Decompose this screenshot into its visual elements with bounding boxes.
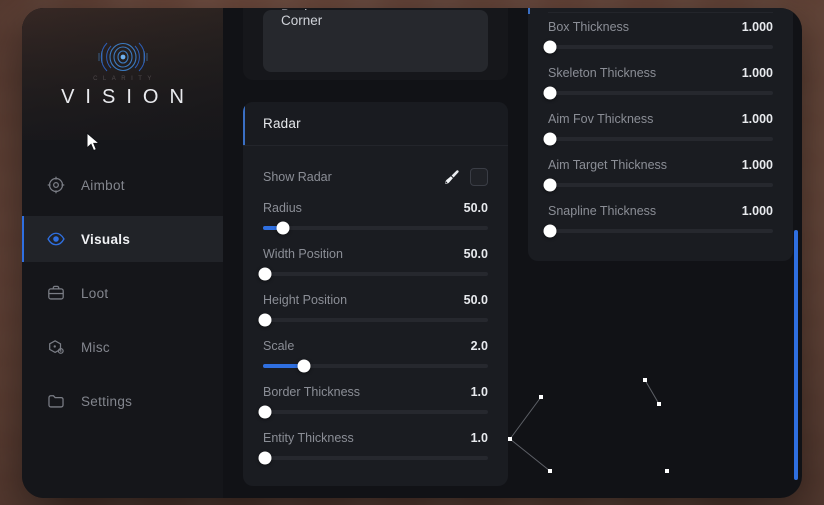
logo-header: CLARITY VISION <box>22 8 223 140</box>
slider-label: Aim Fov Thickness <box>548 112 654 126</box>
radar-section: Radar Show Radar Radius 50.0 Width Posit… <box>243 102 508 486</box>
slider-label: Width Position <box>263 247 343 261</box>
slider-thumb[interactable] <box>258 451 272 465</box>
slider-track[interactable] <box>543 178 773 192</box>
vertical-scrollbar[interactable] <box>794 230 798 480</box>
crosshair-icon <box>47 176 65 194</box>
slider-thumb[interactable] <box>543 86 557 100</box>
slider-track[interactable] <box>258 313 488 327</box>
slider-aim-target-thickness[interactable]: Aim Target Thickness 1.000 <box>543 151 773 197</box>
slider-thumb[interactable] <box>543 178 557 192</box>
slider-thumb[interactable] <box>258 313 272 327</box>
slider-label: Scale <box>263 339 295 353</box>
show-radar-label: Show Radar <box>263 170 332 184</box>
slider-value: 1.000 <box>741 158 773 172</box>
content-area: Basic Corner Radar Show Radar <box>223 8 802 498</box>
sidebar-item-label: Misc <box>81 339 110 355</box>
slider-thumb[interactable] <box>543 224 557 238</box>
slider-label: Border Thickness <box>263 385 361 399</box>
slider-label: Height Position <box>263 293 348 307</box>
dice-gear-icon <box>49 340 64 354</box>
paintbrush-icon[interactable] <box>444 169 460 185</box>
slider-value: 1.0 <box>470 385 488 399</box>
slider-width-position[interactable]: Width Position 50.0 <box>258 240 488 286</box>
slider-track[interactable] <box>263 221 488 235</box>
slider-thumb[interactable] <box>297 359 310 373</box>
dropdown-options-list: Basic Corner <box>263 8 488 72</box>
slider-thumb[interactable] <box>276 221 290 235</box>
radar-sliders: Radius 50.0 Width Position 50.0 Height P… <box>258 194 488 470</box>
radar-emblem-icon <box>98 42 147 72</box>
slider-value: 50.0 <box>463 293 488 307</box>
slider-thumb[interactable] <box>258 267 272 281</box>
slider-track[interactable] <box>543 40 773 54</box>
slider-border-thickness[interactable]: Border Thickness 1.0 <box>258 378 488 424</box>
slider-track[interactable] <box>258 267 488 281</box>
slider-track[interactable] <box>258 405 488 419</box>
slider-box-thickness[interactable]: Box Thickness 1.000 <box>543 13 773 59</box>
sidebar-item-aimbot[interactable]: Aimbot <box>22 162 223 208</box>
slider-value: 1.000 <box>741 66 773 80</box>
slider-skeleton-thickness[interactable]: Skeleton Thickness 1.000 <box>543 59 773 105</box>
sidebar-item-loot[interactable]: Loot <box>22 270 223 316</box>
eye-icon <box>47 232 65 246</box>
sidebar-item-label: Settings <box>81 393 133 409</box>
slider-label: Snapline Thickness <box>548 204 657 218</box>
section-title: Radar <box>263 116 301 131</box>
slider-snapline-thickness[interactable]: Snapline Thickness 1.000 <box>543 197 773 243</box>
sidebar-nav: Aimbot Visuals Loot Misc Settings <box>22 140 223 424</box>
folder-icon <box>48 395 64 408</box>
radar-section-header[interactable]: Radar <box>243 102 508 146</box>
mouse-pointer-icon <box>86 132 101 152</box>
sidebar-item-label: Aimbot <box>81 177 125 193</box>
slider-track[interactable] <box>543 132 773 146</box>
slider-label: Entity Thickness <box>263 431 354 445</box>
slider-value: 1.000 <box>741 20 773 34</box>
slider-value: 1.000 <box>741 112 773 126</box>
slider-radius[interactable]: Radius 50.0 <box>263 194 488 240</box>
briefcase-icon <box>48 285 64 300</box>
slider-label: Skeleton Thickness <box>548 66 657 80</box>
sidebar: CLARITY VISION Aimbot Visuals Loot Misc … <box>22 8 223 498</box>
slider-track[interactable] <box>543 224 773 238</box>
thickness-settings-panel: Box Thickness 1.000 Skeleton Thickness 1… <box>528 8 793 261</box>
slider-label: Aim Target Thickness <box>548 158 668 172</box>
show-radar-checkbox[interactable] <box>470 168 488 186</box>
slider-value: 2.0 <box>470 339 488 353</box>
slider-entity-thickness[interactable]: Entity Thickness 1.0 <box>258 424 488 470</box>
sidebar-item-visuals[interactable]: Visuals <box>22 216 223 262</box>
slider-scale[interactable]: Scale 2.0 <box>263 332 488 378</box>
slider-value: 50.0 <box>463 247 488 261</box>
slider-thumb[interactable] <box>543 132 557 146</box>
show-radar-row: Show Radar <box>263 160 488 194</box>
slider-height-position[interactable]: Height Position 50.0 <box>258 286 488 332</box>
slider-label: Box Thickness <box>548 20 630 34</box>
slider-track[interactable] <box>258 451 488 465</box>
slider-track[interactable] <box>543 86 773 100</box>
slider-track[interactable] <box>263 359 488 373</box>
slider-aim-fov-thickness[interactable]: Aim Fov Thickness 1.000 <box>543 105 773 151</box>
slider-thumb[interactable] <box>543 40 557 54</box>
logo-subtitle: CLARITY <box>93 76 157 82</box>
vision-app-window: CLARITY VISION Aimbot Visuals Loot Misc … <box>22 8 802 498</box>
slider-value: 1.0 <box>470 431 488 445</box>
box-type-dropdown[interactable]: Basic Corner <box>243 8 508 80</box>
sidebar-item-label: Visuals <box>81 231 131 247</box>
slider-value: 50.0 <box>463 201 488 215</box>
slider-value: 1.000 <box>741 204 773 218</box>
dropdown-option-corner[interactable]: Corner <box>281 10 470 32</box>
sidebar-item-label: Loot <box>81 285 109 301</box>
logo-wordmark: VISION <box>61 86 195 108</box>
right-column: Box Thickness 1.000 Skeleton Thickness 1… <box>528 8 793 498</box>
sidebar-item-settings[interactable]: Settings <box>22 378 223 424</box>
slider-label: Radius <box>263 201 302 215</box>
radar-section-body: Show Radar Radius 50.0 Width Position 50… <box>243 146 508 486</box>
sidebar-item-misc[interactable]: Misc <box>22 324 223 370</box>
slider-thumb[interactable] <box>258 405 272 419</box>
middle-column: Basic Corner Radar Show Radar <box>243 8 508 498</box>
